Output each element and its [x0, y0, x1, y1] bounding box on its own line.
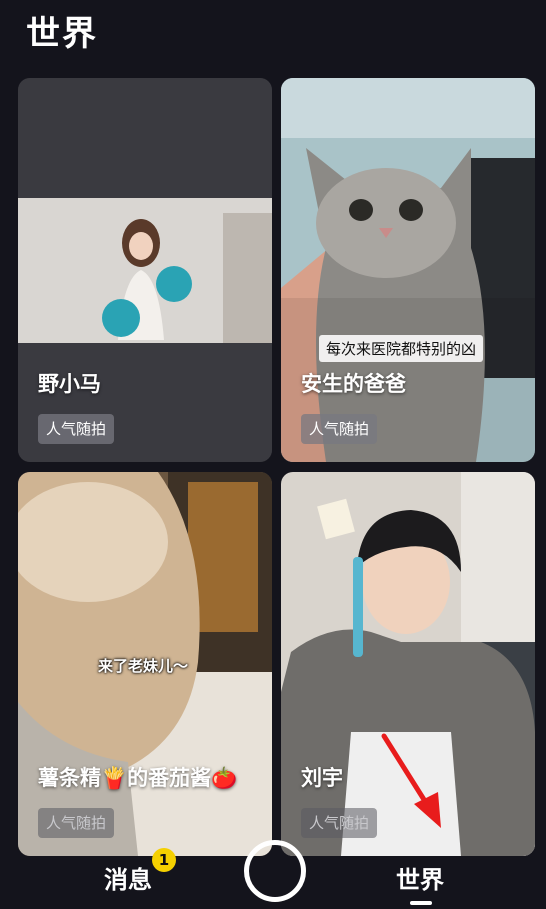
notification-badge: 1: [152, 848, 176, 872]
card-title: 野小马: [38, 372, 101, 396]
page-title: 世界: [26, 14, 98, 54]
video-thumbnail: [281, 472, 535, 856]
card-title: 薯条精🍟的番茄酱🍅: [38, 766, 238, 790]
video-caption: 来了老妹儿～: [98, 657, 189, 675]
popular-tag: 人气随拍: [38, 414, 115, 444]
popular-tag: 人气随拍: [301, 414, 378, 444]
tab-world[interactable]: 世界: [396, 860, 444, 895]
video-card[interactable]: 每次来医院都特别的凶 安生的爸爸 人气随拍: [281, 78, 535, 462]
video-thumbnail: [281, 78, 535, 462]
video-caption: 每次来医院都特别的凶: [319, 335, 484, 362]
card-title: 安生的爸爸: [301, 372, 406, 396]
card-title: 刘宇: [301, 766, 343, 790]
tab-messages[interactable]: 消息: [104, 860, 152, 895]
video-card[interactable]: 刘宇 人气随拍: [281, 472, 535, 856]
video-card[interactable]: 野小马 人气随拍: [18, 78, 272, 462]
record-button[interactable]: [244, 840, 306, 902]
active-tab-indicator: [410, 901, 432, 905]
popular-tag: 人气随拍: [38, 808, 115, 838]
video-thumbnail: [18, 78, 272, 462]
popular-tag: 人气随拍: [301, 808, 378, 838]
video-card[interactable]: 来了老妹儿～ 薯条精🍟的番茄酱🍅 人气随拍: [18, 472, 272, 856]
